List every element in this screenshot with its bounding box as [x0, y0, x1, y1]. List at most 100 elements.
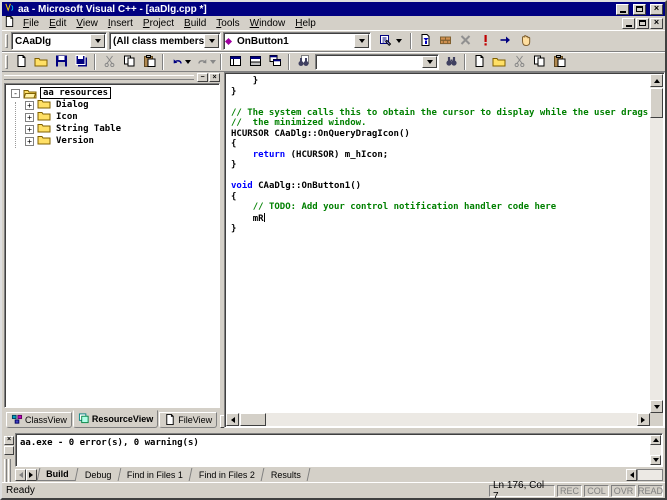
output-gripper[interactable]: ×	[4, 433, 15, 482]
wizardbar-action-button[interactable]	[374, 32, 396, 50]
menu-project[interactable]: Project	[138, 17, 179, 30]
tree-item-version[interactable]: +Version	[5, 135, 219, 147]
toolbar-grip[interactable]	[5, 55, 8, 69]
menu-tools[interactable]: Tools	[211, 17, 244, 30]
output-tab-debug[interactable]: Debug	[76, 468, 120, 481]
undo-button[interactable]	[167, 53, 187, 71]
close-button[interactable]: ×	[650, 4, 663, 15]
output-close-button[interactable]: ×	[4, 436, 14, 445]
paste-button[interactable]	[139, 53, 159, 71]
code-line[interactable]: }	[231, 76, 650, 87]
workspace-minimize-button[interactable]: −	[197, 73, 208, 82]
build-button[interactable]	[435, 32, 455, 50]
collapse-icon[interactable]: -	[11, 89, 20, 98]
copy-2-button[interactable]	[529, 53, 549, 71]
app-icon[interactable]	[4, 2, 15, 16]
code-area[interactable]: }} // The system calls this to obtain th…	[227, 75, 650, 413]
build-output-text[interactable]: aa.exe - 0 error(s), 0 warning(s)	[15, 433, 663, 467]
tab-resourceview[interactable]: ResourceView	[73, 410, 158, 428]
undo-dropdown-icon[interactable]	[185, 60, 191, 67]
expand-icon[interactable]: +	[25, 113, 34, 122]
editor-horizontal-scrollbar[interactable]	[226, 413, 650, 426]
code-line[interactable]: // The system calls this to obtain the c…	[231, 108, 650, 119]
restore-button[interactable]	[633, 4, 646, 15]
members-combo[interactable]: (All class members)	[109, 32, 221, 50]
code-line[interactable]: {	[231, 192, 650, 203]
expand-icon[interactable]: +	[25, 101, 34, 110]
workspace-close-button[interactable]: ×	[209, 73, 220, 82]
expand-icon[interactable]: +	[25, 125, 34, 134]
tab-fileview[interactable]: FileView	[159, 412, 217, 428]
tab-scroll-left-button[interactable]	[15, 469, 26, 481]
open-button[interactable]	[31, 53, 51, 71]
find-combo[interactable]	[315, 54, 439, 70]
scroll-down-icon[interactable]	[650, 455, 661, 465]
menu-window[interactable]: Window	[245, 17, 291, 30]
new-document-button[interactable]	[469, 53, 489, 71]
copy-button[interactable]	[119, 53, 139, 71]
menu-file[interactable]: File	[18, 17, 44, 30]
code-line[interactable]: mR	[231, 213, 650, 225]
output-hscroll-left-icon[interactable]	[626, 469, 637, 481]
paste-2-button[interactable]	[549, 53, 569, 71]
chevron-down-icon[interactable]	[354, 34, 369, 48]
function-combo[interactable]: OnButton1	[223, 32, 371, 50]
tab-classview[interactable]: ClassView	[6, 412, 72, 428]
output-tab-build[interactable]: Build	[37, 468, 78, 481]
open-document-button[interactable]	[489, 53, 509, 71]
go-button[interactable]	[495, 32, 515, 50]
wizardbar-action-dropdown[interactable]	[396, 39, 402, 46]
tab-scroll-right-button[interactable]	[26, 469, 37, 481]
menu-edit[interactable]: Edit	[44, 17, 71, 30]
minimize-button[interactable]	[616, 4, 629, 15]
save-all-button[interactable]	[71, 53, 91, 71]
code-line[interactable]: }	[231, 224, 650, 235]
output-tab-find-in-files-2[interactable]: Find in Files 2	[191, 468, 265, 481]
workspace-gripper[interactable]: − ×	[4, 73, 220, 82]
menu-build[interactable]: Build	[179, 17, 211, 30]
code-line[interactable]: HCURSOR CAaDlg::OnQueryDragIcon()	[231, 129, 650, 140]
code-line[interactable]	[231, 171, 650, 182]
document-icon[interactable]	[4, 16, 15, 30]
redo-dropdown-icon[interactable]	[210, 60, 216, 67]
expand-icon[interactable]: +	[25, 137, 34, 146]
scroll-up-icon[interactable]	[650, 74, 663, 87]
new-text-file-button[interactable]	[11, 53, 31, 71]
output-vertical-scrollbar[interactable]	[650, 435, 661, 465]
code-line[interactable]: }	[231, 160, 650, 171]
horizontal-scroll-thumb[interactable]	[240, 413, 266, 426]
save-button[interactable]	[51, 53, 71, 71]
class-combo[interactable]: CAaDlg	[11, 32, 107, 50]
output-tab-find-in-files-1[interactable]: Find in Files 1	[119, 468, 193, 481]
mdi-close-button[interactable]: ×	[650, 18, 663, 29]
code-line[interactable]: }	[231, 87, 650, 98]
code-line[interactable]: void CAaDlg::OnButton1()	[231, 181, 650, 192]
find-in-files-button[interactable]	[441, 53, 461, 71]
execute-program-button[interactable]	[475, 32, 495, 50]
code-line[interactable]: return (HCURSOR) m_hIcon;	[231, 150, 650, 161]
output-toggle-button[interactable]	[245, 53, 265, 71]
mdi-minimize-button[interactable]	[622, 18, 635, 29]
output-hscroll-track[interactable]	[637, 469, 663, 481]
chevron-down-icon[interactable]	[422, 56, 437, 68]
scroll-left-icon[interactable]	[226, 413, 239, 426]
chevron-down-icon[interactable]	[204, 34, 219, 48]
insert-remove-breakpoint-button[interactable]	[515, 32, 535, 50]
menu-view[interactable]: View	[71, 17, 103, 30]
mdi-restore-button[interactable]	[636, 18, 649, 29]
code-line[interactable]: {	[231, 139, 650, 150]
toolbar-grip[interactable]	[5, 34, 8, 48]
editor-vertical-scrollbar[interactable]	[650, 74, 663, 413]
scroll-up-icon[interactable]	[650, 435, 661, 445]
windows-list-button[interactable]	[265, 53, 285, 71]
vertical-scroll-thumb[interactable]	[650, 88, 663, 118]
output-dock-button[interactable]	[4, 446, 14, 455]
scroll-right-icon[interactable]	[637, 413, 650, 426]
code-line[interactable]	[231, 97, 650, 108]
find-tool-button[interactable]	[293, 53, 313, 71]
compile-button[interactable]	[415, 32, 435, 50]
workspace-toggle-button[interactable]	[225, 53, 245, 71]
code-line[interactable]: // TODO: Add your control notification h…	[231, 202, 650, 213]
menu-insert[interactable]: Insert	[103, 17, 138, 30]
output-tab-results[interactable]: Results	[263, 468, 311, 481]
